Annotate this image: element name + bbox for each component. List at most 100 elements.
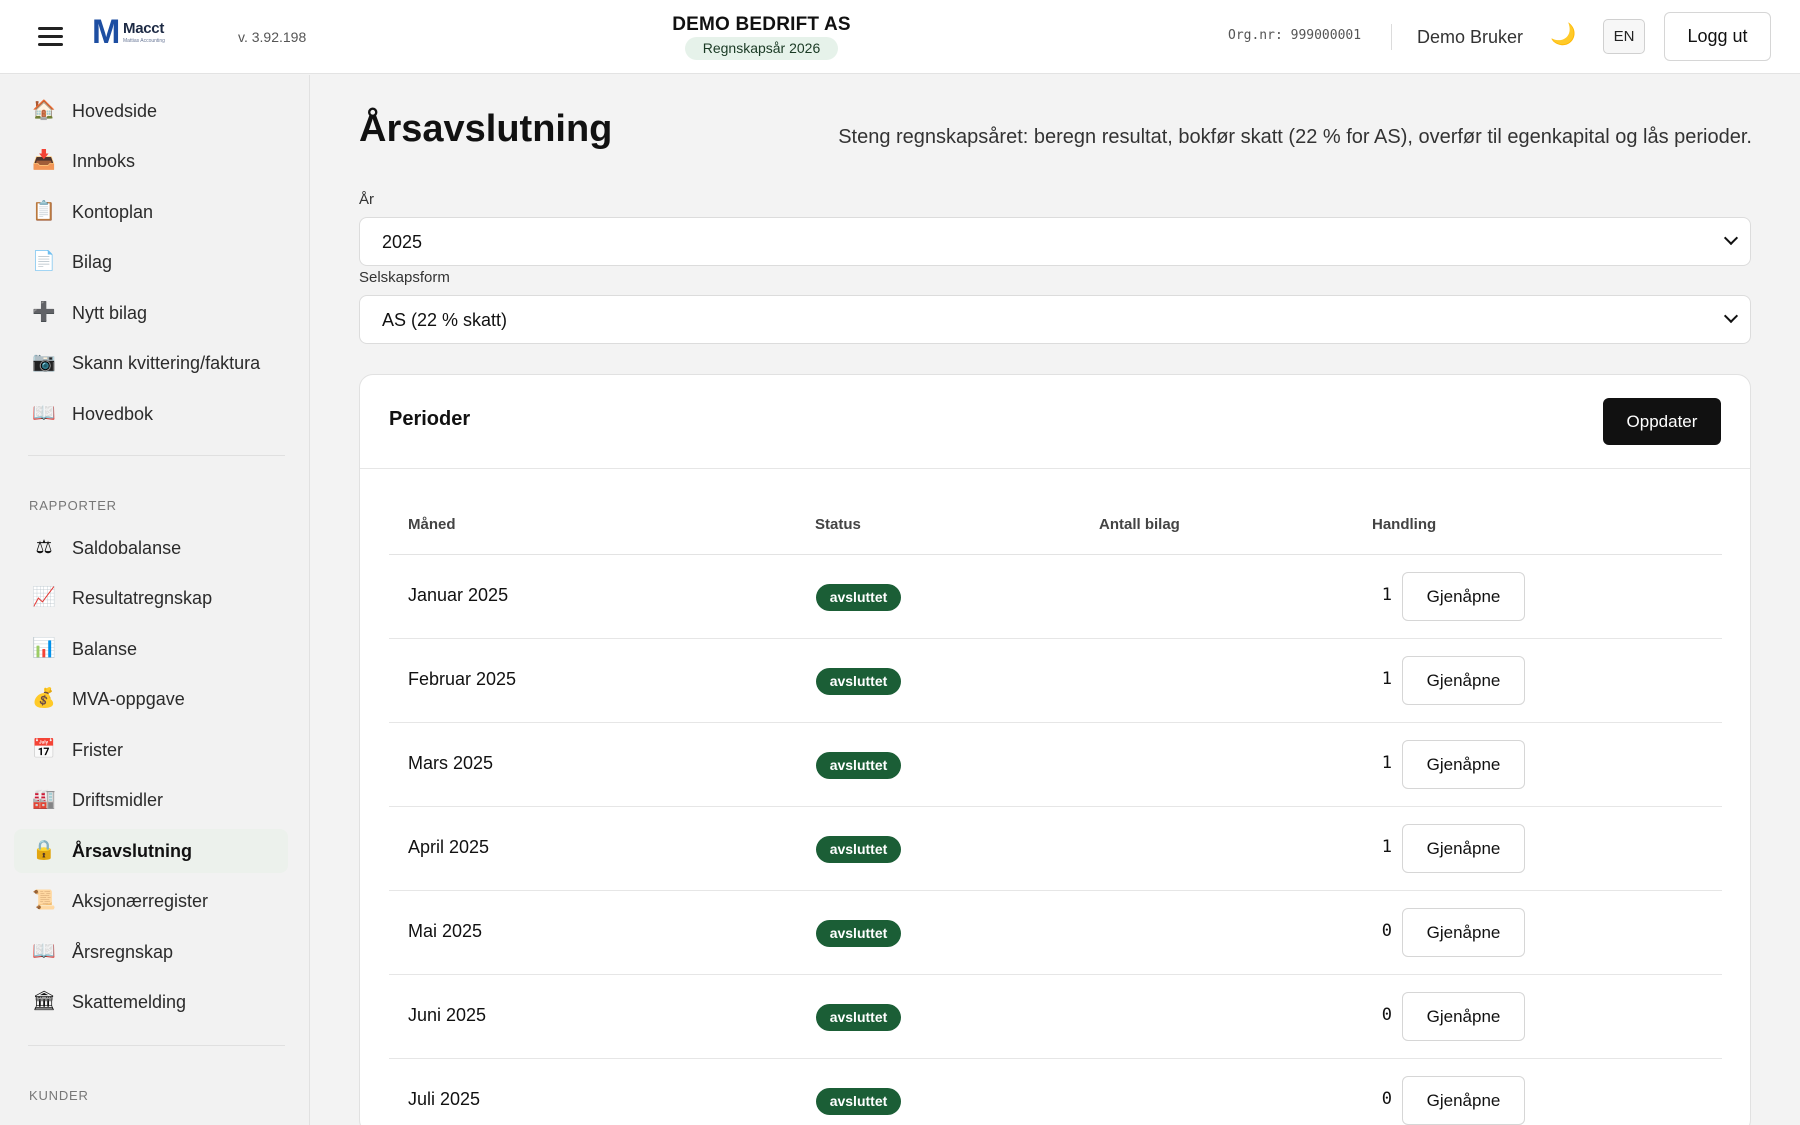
header-divider [1391,24,1392,50]
plus-icon: ➕ [32,302,56,323]
reopen-button[interactable]: Gjenåpne [1402,824,1525,873]
column-header-action: Handling [1372,516,1437,533]
sidebar-item-label: Nytt bilag [72,303,148,323]
sidebar-item-label: Resultatregnskap [72,588,213,608]
logout-button[interactable]: Logg ut [1664,12,1771,61]
sidebar-divider [28,455,285,456]
sidebar-item-hovedside[interactable]: 🏠 Hovedside [14,89,288,133]
sidebar-divider [28,1045,285,1046]
reopen-button[interactable]: Gjenåpne [1402,740,1525,789]
sidebar-item-aksjonaerregister[interactable]: 📜 Aksjonærregister [14,879,288,923]
sidebar-item-mva-oppgave[interactable]: 💰 MVA-oppgave [14,677,288,721]
moon-icon[interactable]: 🌙 [1550,23,1576,47]
row-month: Juli 2025 [408,1089,481,1109]
status-badge: avsluttet [816,1088,901,1115]
reopen-button[interactable]: Gjenåpne [1402,908,1525,957]
org-number: Org.nr: 999000001 [1228,28,1362,43]
year-label: År [359,191,374,208]
sidebar-item-arsregnskap[interactable]: 📖 Årsregnskap [14,930,288,974]
status-badge: avsluttet [816,836,901,863]
row-count: 1 [1381,837,1392,857]
calendar-icon: 📅 [32,739,56,760]
year-select-value: 2025 [382,232,423,252]
row-month: Februar 2025 [408,669,517,689]
sidebar-section-customers: KUNDER [29,1088,89,1103]
sidebar-item-skann[interactable]: 📷 Skann kvittering/faktura [14,341,288,385]
sidebar-item-saldobalanse[interactable]: ⚖ Saldobalanse [14,526,288,570]
sidebar-item-arsavslutning[interactable]: 🔒 Årsavslutning [14,829,288,873]
sidebar-item-label: Hovedside [72,101,158,121]
row-count: 0 [1381,921,1392,941]
sidebar-item-nytt-bilag[interactable]: ➕ Nytt bilag [14,291,288,335]
year-select[interactable]: 2025 [359,217,1751,266]
factory-icon: 🏭 [32,789,56,810]
chevron-down-icon [1723,308,1739,324]
lock-icon: 🔒 [32,840,56,861]
table-row: Mai 2025 avsluttet 0 Gjenåpne [389,891,1722,975]
sidebar-item-hovedbok[interactable]: 📖 Hovedbok [14,392,288,436]
book-icon: 📖 [32,403,56,424]
top-bar: M Macct Mattias Accounting v. 3.92.198 D… [0,0,1800,74]
language-toggle-button[interactable]: EN [1603,19,1645,54]
sidebar-item-resultatregnskap[interactable]: 📈 Resultatregnskap [14,576,288,620]
reopen-button[interactable]: Gjenåpne [1402,992,1525,1041]
sidebar-item-balanse[interactable]: 📊 Balanse [14,627,288,671]
sidebar-item-label: Hovedbok [72,404,154,424]
sidebar-item-label: Skann kvittering/faktura [72,353,261,373]
status-badge: avsluttet [816,752,901,779]
status-badge: avsluttet [816,920,901,947]
scroll-icon: 📜 [32,890,56,911]
table-row: Februar 2025 avsluttet 1 Gjenåpne [389,639,1722,723]
column-header-count: Antall bilag [1099,516,1180,533]
row-month: Juni 2025 [408,1005,487,1025]
reopen-button[interactable]: Gjenåpne [1402,656,1525,705]
sidebar-item-label: Skattemelding [72,992,187,1012]
sidebar-item-label: MVA-oppgave [72,689,185,709]
table-row: Mars 2025 avsluttet 1 Gjenåpne [389,723,1722,807]
sidebar-item-frister[interactable]: 📅 Frister [14,728,288,772]
status-badge: avsluttet [816,668,901,695]
row-count: 0 [1381,1005,1392,1025]
column-header-status: Status [815,516,861,533]
table-row: Juli 2025 avsluttet 0 Gjenåpne [389,1059,1722,1125]
row-count: 1 [1381,585,1392,605]
reopen-button[interactable]: Gjenåpne [1402,572,1525,621]
sidebar-item-label: Årsregnskap [72,942,174,962]
refresh-button[interactable]: Oppdater [1603,398,1721,445]
user-name: Demo Bruker [1417,27,1524,47]
sidebar-item-label: Innboks [72,151,136,171]
card-divider [360,468,1750,469]
sidebar-item-skattemelding[interactable]: 🏛 Skattemelding [14,980,288,1024]
page-title: Årsavslutning [359,108,613,150]
sidebar-item-label: Frister [72,740,123,760]
sidebar-item-label: Årsavslutning [72,841,193,861]
sidebar-item-label: Driftsmidler [72,790,164,810]
bar-chart-icon: 📊 [32,638,56,659]
sidebar-item-innboks[interactable]: 📥 Innboks [14,139,288,183]
reopen-button[interactable]: Gjenåpne [1402,1076,1525,1125]
sidebar-item-bilag[interactable]: 📄 Bilag [14,240,288,284]
page-description: Steng regnskapsåret: beregn resultat, bo… [838,126,1752,148]
company-form-select[interactable]: AS (22 % skatt) [359,295,1751,344]
status-badge: avsluttet [816,1004,901,1031]
row-count: 1 [1381,753,1392,773]
table-row: April 2025 avsluttet 1 Gjenåpne [389,807,1722,891]
company-form-label: Selskapsform [359,269,450,286]
logo-tagline: Mattias Accounting [123,38,165,44]
periods-title: Perioder [389,408,471,430]
fiscal-year-badge: Regnskapsår 2026 [685,37,838,60]
sidebar-item-driftsmidler[interactable]: 🏭 Driftsmidler [14,778,288,822]
document-icon: 📄 [32,251,56,272]
book-icon: 📖 [32,941,56,962]
chart-up-icon: 📈 [32,587,56,608]
clipboard-icon: 📋 [32,201,56,222]
chevron-down-icon [1723,230,1739,246]
sidebar-item-label: Aksjonærregister [72,891,209,911]
status-badge: avsluttet [816,584,901,611]
sidebar-item-kontoplan[interactable]: 📋 Kontoplan [14,190,288,234]
money-bag-icon: 💰 [32,688,56,709]
row-month: April 2025 [408,837,490,857]
sidebar-item-label: Bilag [72,252,113,272]
sidebar-item-label: Kontoplan [72,202,154,222]
home-icon: 🏠 [32,100,56,121]
